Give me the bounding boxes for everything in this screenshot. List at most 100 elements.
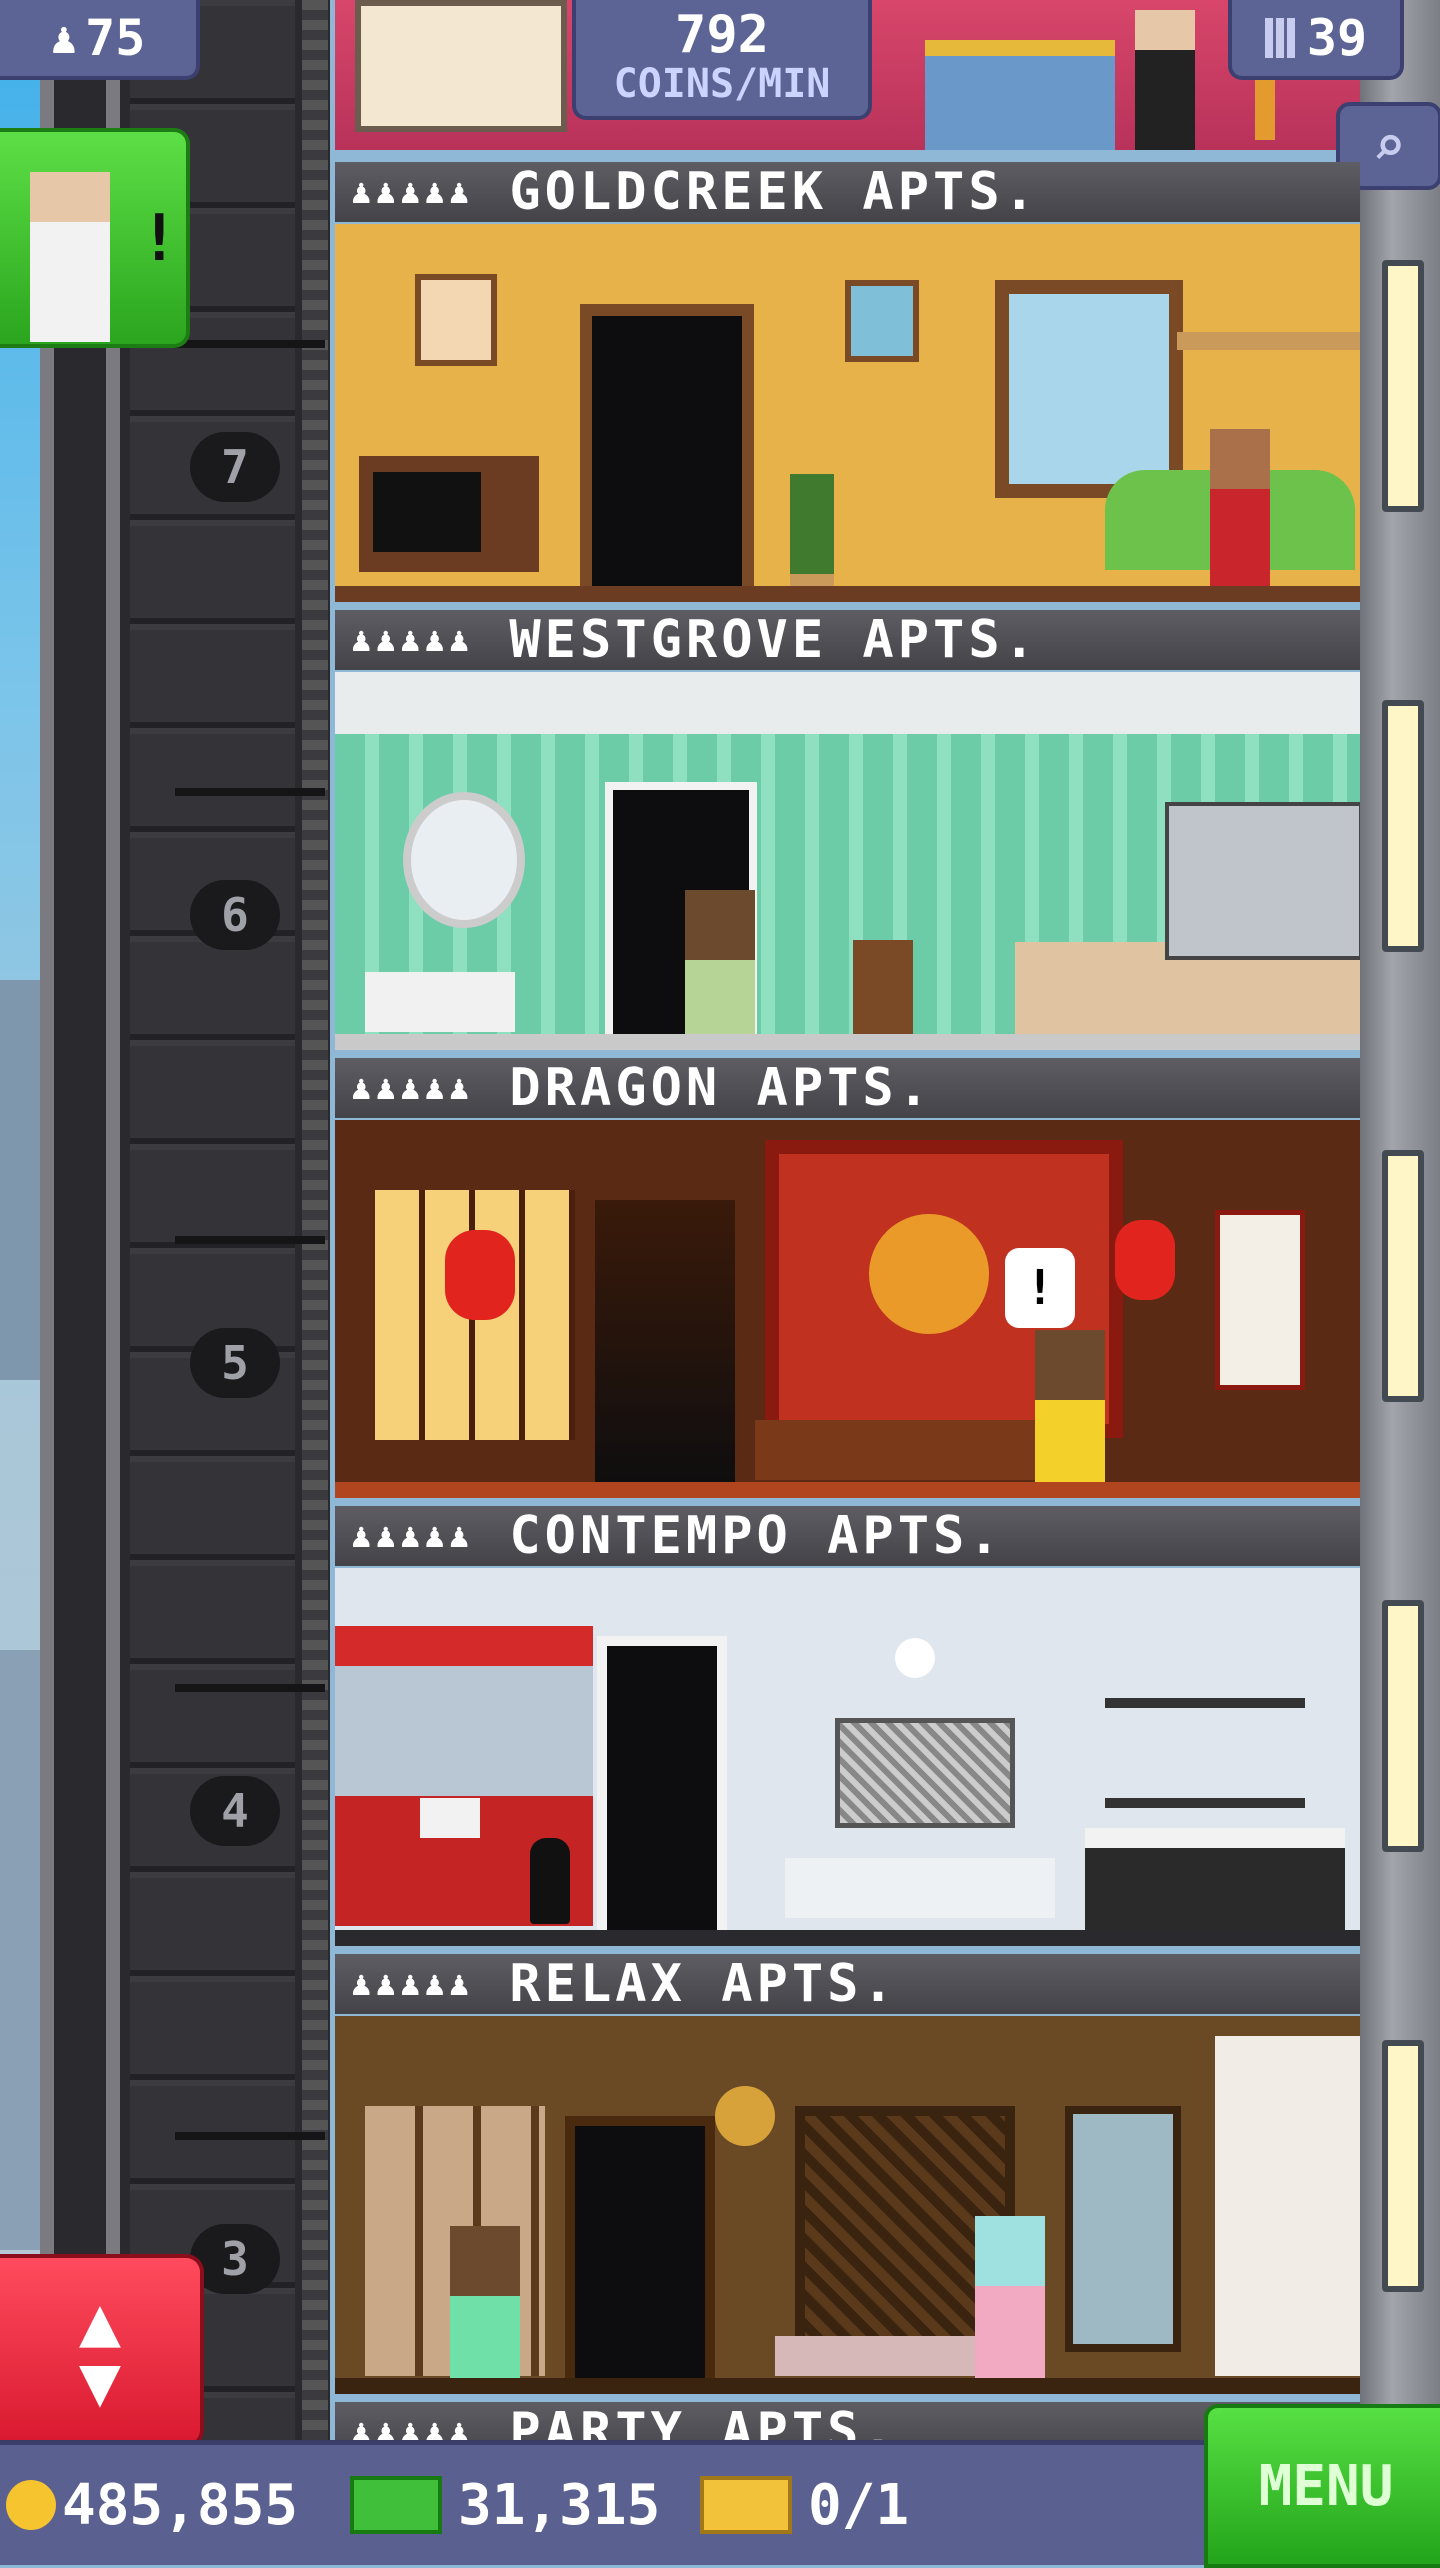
room-floor xyxy=(335,1034,1360,1050)
potted-plant xyxy=(790,474,834,602)
bookshelf xyxy=(1177,332,1360,350)
menu-button[interactable]: MENU xyxy=(1204,2404,1440,2568)
bux-display[interactable]: 31,315 xyxy=(350,2445,660,2565)
floor-number: 5 xyxy=(190,1328,280,1398)
tickets-display[interactable]: 0/1 xyxy=(700,2445,909,2565)
floor-dragon[interactable]: ♟♟♟♟♟ DRAGON APTS. ! xyxy=(335,1058,1360,1506)
person-icon: ♟ xyxy=(50,12,78,64)
room-dragon: ! xyxy=(335,1120,1360,1498)
window xyxy=(995,280,1183,498)
table-lamp xyxy=(420,1798,480,1838)
wall-shelf xyxy=(1105,1698,1305,1808)
shaft-divider xyxy=(175,340,325,348)
apartment-door xyxy=(565,2116,715,2392)
speech-bubble-exclamation[interactable]: ! xyxy=(1005,1248,1075,1328)
floor-name: RELAX APTS. xyxy=(509,1954,898,2014)
floor-relax[interactable]: ♟♟♟♟♟ RELAX APTS. xyxy=(335,1954,1360,2402)
floor-count-value: 39 xyxy=(1306,9,1368,67)
shaft-divider xyxy=(175,1684,325,1692)
floor-westgrove[interactable]: ♟♟♟♟♟ WESTGROVE APTS. xyxy=(335,610,1360,1058)
character-suited-bitizen[interactable] xyxy=(1135,10,1195,150)
floor-number: 4 xyxy=(190,1776,280,1846)
floor-name: GOLDCREEK APTS. xyxy=(509,162,1039,222)
wall-window xyxy=(1382,260,1424,512)
magnifier-icon: ⌕ xyxy=(1372,113,1406,179)
sofa xyxy=(925,40,1115,150)
room-floor xyxy=(335,2378,1360,2394)
room-floor xyxy=(335,1930,1360,1946)
ticket-icon xyxy=(700,2476,792,2534)
resident-slots: ♟♟♟♟♟ xyxy=(351,1068,474,1108)
coins-display[interactable]: 485,855 xyxy=(6,2445,298,2565)
resident-slots: ♟♟♟♟♟ xyxy=(351,1964,474,2004)
apartment-door xyxy=(595,1200,735,1494)
resident-slots: ♟♟♟♟♟ xyxy=(351,172,474,212)
fridge xyxy=(1165,802,1360,960)
bux-value: 31,315 xyxy=(458,2472,661,2538)
tv-screen xyxy=(373,472,481,552)
floor-name: PARTY APTS. xyxy=(509,2402,898,2442)
resident-slots: ♟♟♟♟♟ xyxy=(351,1516,474,1556)
shaft-divider xyxy=(175,1236,325,1244)
coins-value: 485,855 xyxy=(62,2472,299,2538)
shaft-divider xyxy=(175,788,325,796)
character-bitizen[interactable] xyxy=(975,2216,1045,2394)
room-relax xyxy=(335,2016,1360,2394)
shaft-divider xyxy=(175,2132,325,2140)
visitor-notification-tab[interactable]: ! xyxy=(0,128,190,348)
floor-name: CONTEMPO APTS. xyxy=(509,1506,1004,1566)
tv-console xyxy=(785,1858,1055,1918)
floor-lamp xyxy=(1255,80,1275,140)
bed xyxy=(1085,1828,1345,1944)
table-with-flowers xyxy=(853,940,913,1040)
calligraphy-scroll xyxy=(1215,1210,1305,1390)
red-lantern xyxy=(445,1230,515,1320)
painting xyxy=(355,0,567,132)
room-floor xyxy=(335,1482,1360,1498)
shaft-interior xyxy=(130,0,295,2440)
elevator-track xyxy=(302,0,328,2440)
floor-number: 6 xyxy=(190,880,280,950)
tickets-value: 0/1 xyxy=(808,2472,910,2538)
floor-label-bar: ♟♟♟♟♟ GOLDCREEK APTS. xyxy=(335,162,1360,222)
shaft-rail xyxy=(106,0,120,2440)
wall-window xyxy=(1382,700,1424,952)
floor-contempo[interactable]: ♟♟♟♟♟ CONTEMPO APTS. xyxy=(335,1506,1360,1954)
room-goldcreek xyxy=(335,224,1360,602)
character-bitizen[interactable] xyxy=(1210,429,1270,602)
floor-label-bar: ♟♟♟♟♟ CONTEMPO APTS. xyxy=(335,1506,1360,1566)
wall-window xyxy=(1382,1600,1424,1852)
floor-label-bar: ♟♟♟♟♟ WESTGROVE APTS. xyxy=(335,610,1360,670)
black-vase xyxy=(530,1838,570,1924)
round-mirror xyxy=(403,792,525,928)
floor-counter[interactable]: 39 xyxy=(1228,0,1404,80)
shaft-rail xyxy=(40,0,54,2440)
character-bitizen[interactable] xyxy=(685,890,755,1050)
floor-name: DRAGON APTS. xyxy=(509,1058,934,1118)
wall-art xyxy=(835,1718,1015,1828)
character-bitizen[interactable] xyxy=(1035,1330,1105,1498)
floor-goldcreek[interactable]: ♟♟♟♟♟ GOLDCREEK APTS. xyxy=(335,162,1360,610)
population-counter[interactable]: ♟ 75 xyxy=(0,0,200,80)
tv-set xyxy=(359,456,539,572)
wall-window xyxy=(1382,1150,1424,1402)
dragon-emblem xyxy=(869,1214,989,1334)
pendant-light xyxy=(895,1638,935,1678)
background-building xyxy=(0,980,40,1380)
floor-number: 7 xyxy=(190,432,280,502)
coins-per-min-panel[interactable]: 792 COINS/MIN xyxy=(572,0,872,120)
resident-slots: ♟♟♟♟♟ xyxy=(351,2412,474,2442)
elevator-button[interactable]: ▲ ▼ xyxy=(0,2254,204,2448)
vanity-table xyxy=(365,972,515,1032)
bux-icon xyxy=(350,2476,442,2534)
character-bitizen[interactable] xyxy=(450,2226,520,2394)
curtain xyxy=(1215,2036,1360,2376)
apartment-door xyxy=(597,1636,727,1944)
ceiling xyxy=(335,672,1360,734)
elevator-shaft[interactable]: 7 6 5 4 3 xyxy=(40,0,330,2440)
room-floor xyxy=(335,586,1360,602)
coin-icon xyxy=(6,2480,56,2530)
coins-per-min-value: 792 xyxy=(675,5,769,65)
up-down-arrows-icon: ▲ ▼ xyxy=(78,2280,122,2422)
room-contempo xyxy=(335,1568,1360,1946)
